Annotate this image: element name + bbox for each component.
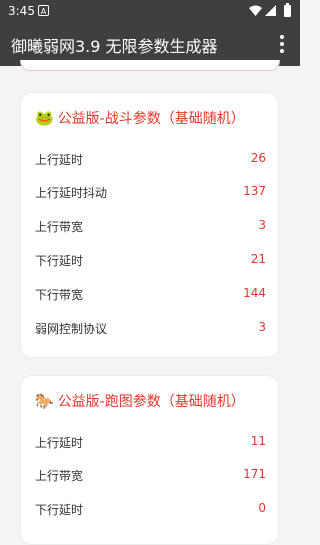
status-time: 3:45 [8, 4, 35, 18]
param-value: 11 [250, 434, 266, 448]
frog-icon: 🐸 [35, 109, 54, 127]
param-row: 下行带宽 144 [35, 283, 266, 305]
signal-icon [265, 5, 276, 19]
param-label: 上行延时 [35, 436, 84, 450]
param-row: 下行延时 21 [35, 249, 266, 271]
param-row: 上行延时抖动 137 [35, 181, 266, 203]
param-row: 下行延时 0 [35, 498, 266, 520]
battery-icon [284, 3, 291, 17]
param-label: 上行带宽 [35, 469, 84, 483]
param-label: 下行延时 [35, 503, 84, 517]
param-label: 上行延时 [35, 153, 84, 167]
param-label: 下行延时 [35, 254, 84, 268]
wifi-icon [249, 5, 262, 19]
more-vert-icon[interactable] [272, 33, 292, 55]
param-value: 26 [250, 151, 266, 165]
param-label: 上行延时抖动 [35, 186, 108, 200]
param-value: 144 [243, 286, 266, 300]
param-value: 21 [250, 252, 266, 266]
card-header: 🐸 公益版-战斗参数（基础随机） [35, 108, 245, 128]
param-value: 3 [258, 218, 266, 232]
param-row-blankline [35, 403, 266, 425]
sim-badge-icon: A [38, 5, 49, 16]
param-value: 0 [258, 501, 266, 515]
running-params-card: 🐎 公益版-跑图参数（基础随机） 上行延时 11 上行带宽 171 下行延时 0 [20, 375, 279, 545]
battle-params-card: 🐸 公益版-战斗参数（基础随机） 上行延时 26 上行延时抖动 137 上行带宽… [20, 92, 279, 358]
param-value: 171 [243, 467, 266, 481]
param-row: 弱网控制协议 3 [35, 317, 266, 339]
param-label: 弱网控制协议 [35, 322, 108, 336]
card-title: 公益版-战斗参数（基础随机） [57, 111, 245, 127]
param-row: 上行带宽 171 [35, 464, 266, 486]
param-row: 上行延时 11 [35, 431, 266, 453]
param-row: 上行延时 26 [35, 148, 266, 170]
app-title: 御曦弱网3.9 无限参数生成器 [11, 37, 218, 56]
param-row: 上行带宽 3 [35, 215, 266, 237]
param-value: 3 [258, 320, 266, 334]
param-label: 下行带宽 [35, 288, 84, 302]
status-bar: 3:45 A [0, 0, 300, 22]
previous-card [20, 60, 280, 71]
param-value: 137 [243, 184, 266, 198]
param-label: 上行带宽 [35, 220, 84, 234]
